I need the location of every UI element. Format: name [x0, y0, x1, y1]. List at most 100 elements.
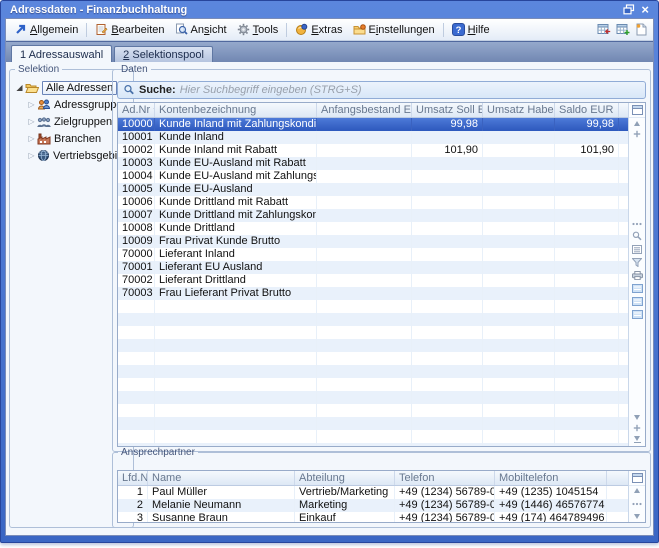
account-row[interactable]: 70000Lieferant Inland — [118, 248, 628, 261]
column-header-mobiltelefon[interactable]: Mobiltelefon — [495, 471, 607, 485]
cell: Kunde EU-Ausland mit Rabatt — [155, 157, 317, 170]
contact-row[interactable]: 1Paul MüllerVertrieb/Marketing+49 (1234)… — [118, 486, 628, 499]
account-row[interactable]: 10004Kunde EU-Ausland mit Zahlungskondti… — [118, 170, 628, 183]
column-header-abteilung[interactable]: Abteilung — [295, 471, 395, 485]
scroll-down-icon[interactable] — [634, 514, 640, 519]
column-chooser-button[interactable] — [629, 471, 645, 486]
column-header-telefon[interactable]: Telefon — [395, 471, 495, 485]
column-header-kontenbezeichnung[interactable]: Kontenbezeichnung — [155, 103, 317, 117]
column-header-anfangsbestand-eur[interactable]: Anfangsbestand EUR — [317, 103, 412, 117]
account-row[interactable]: 10005Kunde EU-Ausland — [118, 183, 628, 196]
cell — [555, 378, 619, 391]
view-icon[interactable] — [632, 284, 643, 293]
content-area: Selektion ◢Alle Adressen▷Adressgruppen▷Z… — [6, 62, 653, 535]
menu-bearbeiten[interactable]: Bearbeiten — [90, 22, 169, 37]
scroll-down-bar-icon[interactable] — [634, 436, 641, 443]
cell — [155, 326, 317, 339]
dots-icon[interactable] — [632, 501, 642, 507]
account-row[interactable]: 10001Kunde Inland — [118, 131, 628, 144]
cell: Kunde Inland mit Rabatt — [155, 144, 317, 157]
column-header-saldo-eur[interactable]: Saldo EUR — [555, 103, 619, 117]
column-header-umsatz-haben-eur[interactable]: Umsatz Haben EUR — [483, 103, 555, 117]
cell: 10004 — [118, 170, 155, 183]
expander-closed-icon[interactable]: ▷ — [26, 100, 37, 109]
view-icon[interactable] — [632, 297, 643, 306]
strip-group-top — [629, 488, 645, 493]
contacts-grid-body: 1Paul MüllerVertrieb/Marketing+49 (1234)… — [118, 486, 628, 522]
expander-closed-icon[interactable]: ▷ — [26, 134, 37, 143]
cell: Kunde Drittland — [155, 222, 317, 235]
menu-label-bearbeiten: Bearbeiten — [111, 24, 164, 36]
menu-tools[interactable]: Tools — [232, 22, 284, 37]
list-icon[interactable] — [632, 245, 642, 254]
cell — [317, 248, 412, 261]
dots-icon[interactable] — [632, 221, 642, 227]
titlebar[interactable]: Adressdaten - Finanzbuchhaltung × — [5, 1, 654, 18]
view-icon[interactable] — [632, 310, 643, 319]
cell: Vertrieb/Marketing — [295, 486, 395, 499]
cell-filler — [619, 261, 628, 274]
cell — [555, 300, 619, 313]
cell — [412, 222, 483, 235]
tree-label-zielgruppen: Zielgruppen — [54, 116, 112, 128]
close-button[interactable]: × — [641, 4, 649, 16]
column-header-ad-nr[interactable]: Ad.Nr▼ — [118, 103, 155, 117]
account-row[interactable]: 10008Kunde Drittland — [118, 222, 628, 235]
column-header-umsatz-soll-eur[interactable]: Umsatz Soll EUR — [412, 103, 483, 117]
cell — [483, 300, 555, 313]
account-row[interactable]: 10009Frau Privat Kunde Brutto — [118, 235, 628, 248]
account-row[interactable]: 70001Lieferant EU Ausland — [118, 261, 628, 274]
cell — [317, 118, 412, 131]
cell-filler — [619, 404, 628, 417]
account-row[interactable]: 70002Lieferant Drittland — [118, 274, 628, 287]
scroll-up-icon[interactable] — [634, 488, 640, 493]
strip-group-mid — [629, 501, 645, 507]
account-row[interactable]: 70003Frau Lieferant Privat Brutto — [118, 287, 628, 300]
contacts-grid-side-toolbar — [628, 471, 645, 522]
contact-row[interactable]: 2Melanie NeumannMarketing+49 (1234) 5678… — [118, 499, 628, 512]
printer-icon[interactable] — [632, 271, 643, 280]
contact-row[interactable]: 3Susanne BraunEinkauf+49 (1234) 56789-00… — [118, 512, 628, 522]
table-remove-button[interactable] — [597, 23, 611, 36]
magnifier-icon[interactable] — [632, 231, 642, 241]
menu-hilfe[interactable]: ?Hilfe — [447, 22, 495, 37]
tab-1-adressauswahl[interactable]: 1 Adressauswahl — [11, 45, 112, 62]
expander-closed-icon[interactable]: ▷ — [26, 117, 37, 126]
cell — [317, 144, 412, 157]
scroll-up-icon[interactable] — [634, 121, 640, 126]
plus-icon[interactable] — [633, 424, 641, 432]
cell — [317, 326, 412, 339]
restore-button[interactable] — [623, 4, 635, 15]
cell: +49 (1235) 1045154 — [495, 486, 607, 499]
expander-open-icon[interactable]: ◢ — [14, 83, 25, 92]
cell — [317, 170, 412, 183]
account-row[interactable]: 10000Kunde Inland mit Zahlungskondition … — [118, 118, 628, 131]
cell — [483, 131, 555, 144]
column-chooser-button[interactable] — [629, 103, 645, 118]
account-row[interactable]: 10007Kunde Drittland mit Zahlungskonditi… — [118, 209, 628, 222]
page-new-button[interactable] — [635, 23, 647, 36]
menu-allgemein[interactable]: Allgemein — [9, 22, 83, 37]
menu-ansicht[interactable]: Ansicht — [170, 22, 232, 37]
cell — [412, 248, 483, 261]
plus-icon[interactable] — [633, 130, 641, 138]
account-row[interactable]: 10006Kunde Drittland mit Rabatt — [118, 196, 628, 209]
account-row[interactable]: 10003Kunde EU-Ausland mit Rabatt — [118, 157, 628, 170]
column-header-lfd-nr[interactable]: Lfd.Nr. — [118, 471, 148, 485]
menu-extras[interactable]: Extras — [290, 22, 347, 37]
tree-label-branchen: Branchen — [54, 133, 101, 145]
tab-2-selektionspool[interactable]: 2 Selektionspool — [114, 46, 213, 62]
funnel-icon[interactable] — [632, 258, 642, 267]
search-bar[interactable]: Suche: Hier Suchbegriff eingeben (STRG+S… — [117, 81, 646, 99]
cell: Susanne Braun — [148, 512, 295, 522]
factory-icon — [37, 133, 51, 145]
search-label: Suche: — [139, 84, 176, 96]
column-header-name[interactable]: Name — [148, 471, 295, 485]
account-row[interactable]: 10002Kunde Inland mit Rabatt101,90101,90 — [118, 144, 628, 157]
scroll-down-icon[interactable] — [634, 415, 640, 420]
cell — [412, 157, 483, 170]
menu-einstellungen[interactable]: Einstellungen — [348, 22, 440, 37]
expander-closed-icon[interactable]: ▷ — [26, 151, 37, 160]
table-add-button[interactable] — [616, 23, 630, 36]
cell — [317, 430, 412, 443]
